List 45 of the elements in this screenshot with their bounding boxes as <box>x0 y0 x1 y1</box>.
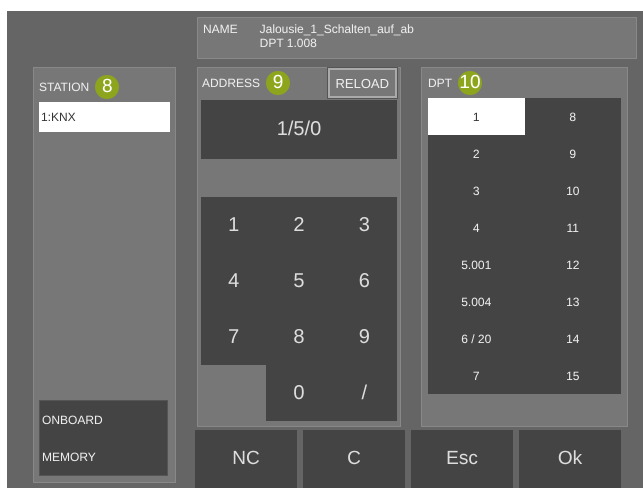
keypad-key[interactable]: 3 <box>332 197 397 253</box>
dpt-item[interactable]: 15 <box>524 357 621 394</box>
dpt-item[interactable]: 5.004 <box>428 283 524 320</box>
keypad-key[interactable]: 4 <box>201 253 266 309</box>
object-name: Jalousie_1_Schalten_auf_ab <box>260 22 414 36</box>
station-item[interactable]: 1:KNX <box>39 102 170 132</box>
source-item[interactable]: MEMORY <box>40 450 167 464</box>
dpt-value: DPT 1.008 <box>260 36 318 50</box>
dpt-item[interactable]: 5.001 <box>428 246 524 283</box>
panel-title: ADDRESS <box>202 76 260 90</box>
name-label: NAME <box>203 22 238 38</box>
reload-button[interactable]: RELOAD <box>328 68 397 98</box>
dpt-item[interactable]: 10 <box>524 172 621 209</box>
action-button[interactable]: Ok <box>519 430 621 488</box>
panel-title: DPT <box>428 76 452 90</box>
keypad-key[interactable]: 1 <box>201 197 266 253</box>
dpt-item[interactable]: 4 <box>428 209 524 246</box>
action-button[interactable]: NC <box>195 430 297 488</box>
source-item[interactable]: ONBOARD <box>40 412 167 426</box>
dpt-item[interactable]: 13 <box>524 283 621 320</box>
keypad-key[interactable]: 8 <box>266 309 332 365</box>
dpt-item[interactable]: 11 <box>524 209 621 246</box>
keypad-key[interactable]: 5 <box>266 253 332 309</box>
action-button[interactable]: C <box>303 430 405 488</box>
dpt-item[interactable]: 12 <box>524 246 621 283</box>
keypad-key[interactable]: 2 <box>266 197 332 253</box>
number-badge: 10 <box>458 71 482 95</box>
keypad-key[interactable]: 6 <box>332 253 397 309</box>
dpt-item[interactable]: 14 <box>524 320 621 357</box>
keypad-key[interactable]: 9 <box>332 309 397 365</box>
dpt-item[interactable]: 3 <box>428 172 524 209</box>
number-badge: 8 <box>95 75 120 99</box>
dpt-item[interactable]: 7 <box>428 357 524 394</box>
number-badge: 9 <box>266 71 290 95</box>
keypad-key[interactable]: 0 <box>266 365 332 421</box>
action-button[interactable]: Esc <box>411 430 513 488</box>
panel-title: STATION <box>39 80 90 94</box>
address-display: 1/5/0 <box>201 100 397 159</box>
dpt-item[interactable]: 2 <box>428 135 524 172</box>
dpt-item[interactable]: 9 <box>524 135 621 172</box>
dpt-item[interactable]: 6 / 20 <box>428 320 524 357</box>
dpt-item[interactable]: 1 <box>428 98 524 135</box>
keypad-key[interactable]: / <box>332 365 397 421</box>
dpt-item[interactable]: 8 <box>524 98 621 135</box>
keypad-key[interactable]: 7 <box>201 309 266 365</box>
